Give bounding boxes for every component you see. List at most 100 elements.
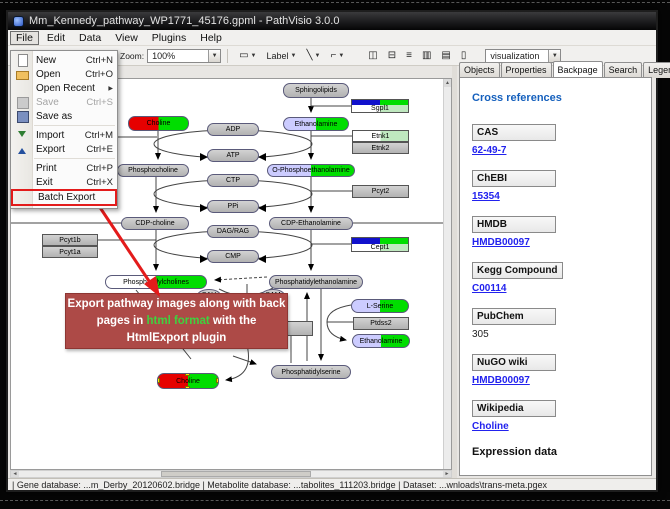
distribute-horizontal-button[interactable]: ▥ [418, 48, 435, 64]
node-choline-selected[interactable]: Choline [157, 373, 219, 389]
node-ethanolamine-top[interactable]: Ethanolamine [283, 117, 349, 131]
label-tool-button[interactable]: Label▼ [263, 48, 301, 64]
statusbar: | Gene database: ...m_Derby_20120602.bri… [8, 478, 656, 490]
menubar-item-help[interactable]: Help [194, 31, 228, 45]
xref-link[interactable]: Choline [472, 421, 509, 432]
node-phosphatidylserine[interactable]: Phosphatidylserine [271, 365, 351, 379]
node-dag[interactable]: DAG/RAG [207, 225, 259, 238]
menu-item-batch-export[interactable]: Batch Export [11, 189, 117, 206]
tab-backpage[interactable]: Backpage [553, 61, 603, 77]
visualization-combobox[interactable]: visualization ▼ [485, 49, 561, 63]
selection-handle[interactable] [157, 373, 160, 376]
import-icon [16, 129, 28, 141]
tab-objects[interactable]: Objects [459, 62, 500, 78]
connector-tool-button[interactable]: ⌐▼ [326, 48, 348, 64]
backpage-panel: Cross references CAS 62-49-7 ChEBI 15354 HMD… [459, 77, 652, 476]
canvas-horizontal-scrollbar[interactable]: ◄ ► [10, 470, 452, 478]
top-dashed-line [0, 2, 670, 3]
menubar-item-file[interactable]: File [10, 31, 39, 45]
scroll-up-icon[interactable]: ▲ [444, 79, 451, 87]
menu-item-save[interactable]: SaveCtrl+S [11, 95, 117, 109]
node-cmp[interactable]: CMP [207, 250, 259, 263]
chevron-down-icon[interactable]: ▼ [208, 50, 220, 62]
node-atp[interactable]: ATP [207, 149, 259, 162]
menu-item-open[interactable]: OpenCtrl+O [11, 67, 117, 81]
app-icon [13, 16, 24, 27]
node-ptdss2[interactable]: Ptdss2 [353, 317, 409, 330]
xref-section-kegg-compound: Kegg CompoundC00114 [472, 262, 651, 294]
selection-handle[interactable] [185, 373, 190, 376]
xref-db-header: CAS [472, 124, 556, 141]
node-phosphatidylethanolamine[interactable]: Phosphatidylethanolamine [269, 275, 363, 289]
menu-item-save-as[interactable]: Save as [11, 109, 117, 123]
menu-item-exit[interactable]: ExitCtrl+X [11, 175, 117, 189]
menu-item-print[interactable]: PrintCtrl+P [11, 161, 117, 175]
menubar-item-plugins[interactable]: Plugins [146, 31, 192, 45]
node-ethanolamine-2[interactable]: Ethanolamine [352, 334, 410, 348]
node-adp[interactable]: ADP [207, 123, 259, 136]
common-size-button[interactable]: ≡ [402, 48, 416, 64]
node-etnk1[interactable]: Etnk1 [352, 130, 409, 142]
common-width-button[interactable]: ▤ [437, 48, 454, 64]
selection-handle[interactable] [185, 386, 190, 389]
selection-handle[interactable] [157, 386, 160, 389]
scroll-right-icon[interactable]: ► [443, 471, 451, 477]
menu-item-label: Print [32, 163, 86, 174]
tab-legend[interactable]: Legend [643, 62, 670, 78]
selection-handle[interactable] [216, 378, 219, 383]
toolbar-separator [227, 49, 228, 63]
selection-handle[interactable] [216, 373, 219, 376]
node-ctp[interactable]: CTP [207, 174, 259, 187]
xref-section-wikipedia: WikipediaCholine [472, 400, 651, 432]
zoom-combobox[interactable]: 100% ▼ [147, 49, 221, 63]
menu-item-import[interactable]: ImportCtrl+M [11, 128, 117, 142]
node-cept1[interactable]: Cept1 [351, 237, 409, 252]
xref-section-cas: CAS 62-49-7 [472, 124, 651, 156]
tab-search[interactable]: Search [604, 62, 643, 78]
xref-link[interactable]: 62-49-7 [472, 145, 506, 156]
xref-link[interactable]: HMDB00097 [472, 237, 530, 248]
node-sphingolipids[interactable]: Sphingolipids [283, 83, 349, 98]
menu-item-label: Open [32, 69, 85, 80]
xref-link[interactable]: 15354 [472, 191, 500, 202]
scrollbar-thumb[interactable] [161, 471, 311, 477]
chevron-down-icon[interactable]: ▼ [548, 50, 560, 62]
cross-references-heading: Cross references [472, 92, 651, 104]
menu-item-shortcut: Ctrl+P [86, 163, 113, 174]
sidebar: ObjectsPropertiesBackpageSearchLegend Cr… [457, 66, 654, 478]
menubar-item-data[interactable]: Data [73, 31, 107, 45]
menu-item-label: Save [32, 97, 86, 108]
xref-link[interactable]: HMDB00097 [472, 375, 530, 386]
selection-handle[interactable] [216, 386, 219, 389]
align-center-y-button[interactable]: ⊟ [384, 48, 400, 64]
node-l-serine[interactable]: L-Serine [351, 299, 409, 313]
menu-item-new[interactable]: NewCtrl+N [11, 53, 117, 67]
menu-item-label: Export [32, 144, 86, 155]
node-pcyt1a[interactable]: Pcyt1a [42, 246, 98, 258]
menu-item-export[interactable]: ExportCtrl+E [11, 142, 117, 156]
xref-link[interactable]: C00114 [472, 283, 506, 294]
datanode-tool-button[interactable]: ▭▼ [235, 48, 260, 64]
line-tool-button[interactable]: ╲▼ [302, 48, 324, 64]
node-cdp-choline[interactable]: CDP-choline [121, 217, 189, 230]
canvas-vertical-scrollbar[interactable]: ▲ [443, 79, 451, 469]
menu-item-open-recent[interactable]: Open Recent▶ [11, 81, 117, 95]
node-pcyt2[interactable]: Pcyt2 [352, 185, 409, 198]
scroll-left-icon[interactable]: ◄ [11, 471, 19, 477]
node-phosphatidylcholines[interactable]: Phosphatidylcholines [105, 275, 207, 289]
align-center-x-button[interactable]: ◫ [364, 48, 381, 64]
node-choline-top[interactable]: Choline [128, 116, 189, 131]
line-tool-icon: ╲ [306, 51, 312, 61]
node-etnk2[interactable]: Etnk2 [352, 142, 409, 154]
selection-handle[interactable] [157, 378, 160, 383]
node-pcyt1b[interactable]: Pcyt1b [42, 234, 98, 246]
node-ppi[interactable]: PPi [207, 200, 259, 213]
menubar-item-view[interactable]: View [109, 31, 144, 45]
node-sgpl1[interactable]: Sgpl1 [351, 99, 409, 113]
node-phosphocholine[interactable]: Phosphocholine [117, 164, 189, 177]
node-o-phosphoethanolamine[interactable]: O-Phosphoethanolamine [267, 164, 355, 177]
menubar-item-edit[interactable]: Edit [41, 31, 71, 45]
tab-properties[interactable]: Properties [501, 62, 552, 78]
xref-db-header: ChEBI [472, 170, 556, 187]
node-cdp-ethanolamine[interactable]: CDP-Ethanolamine [269, 217, 353, 230]
